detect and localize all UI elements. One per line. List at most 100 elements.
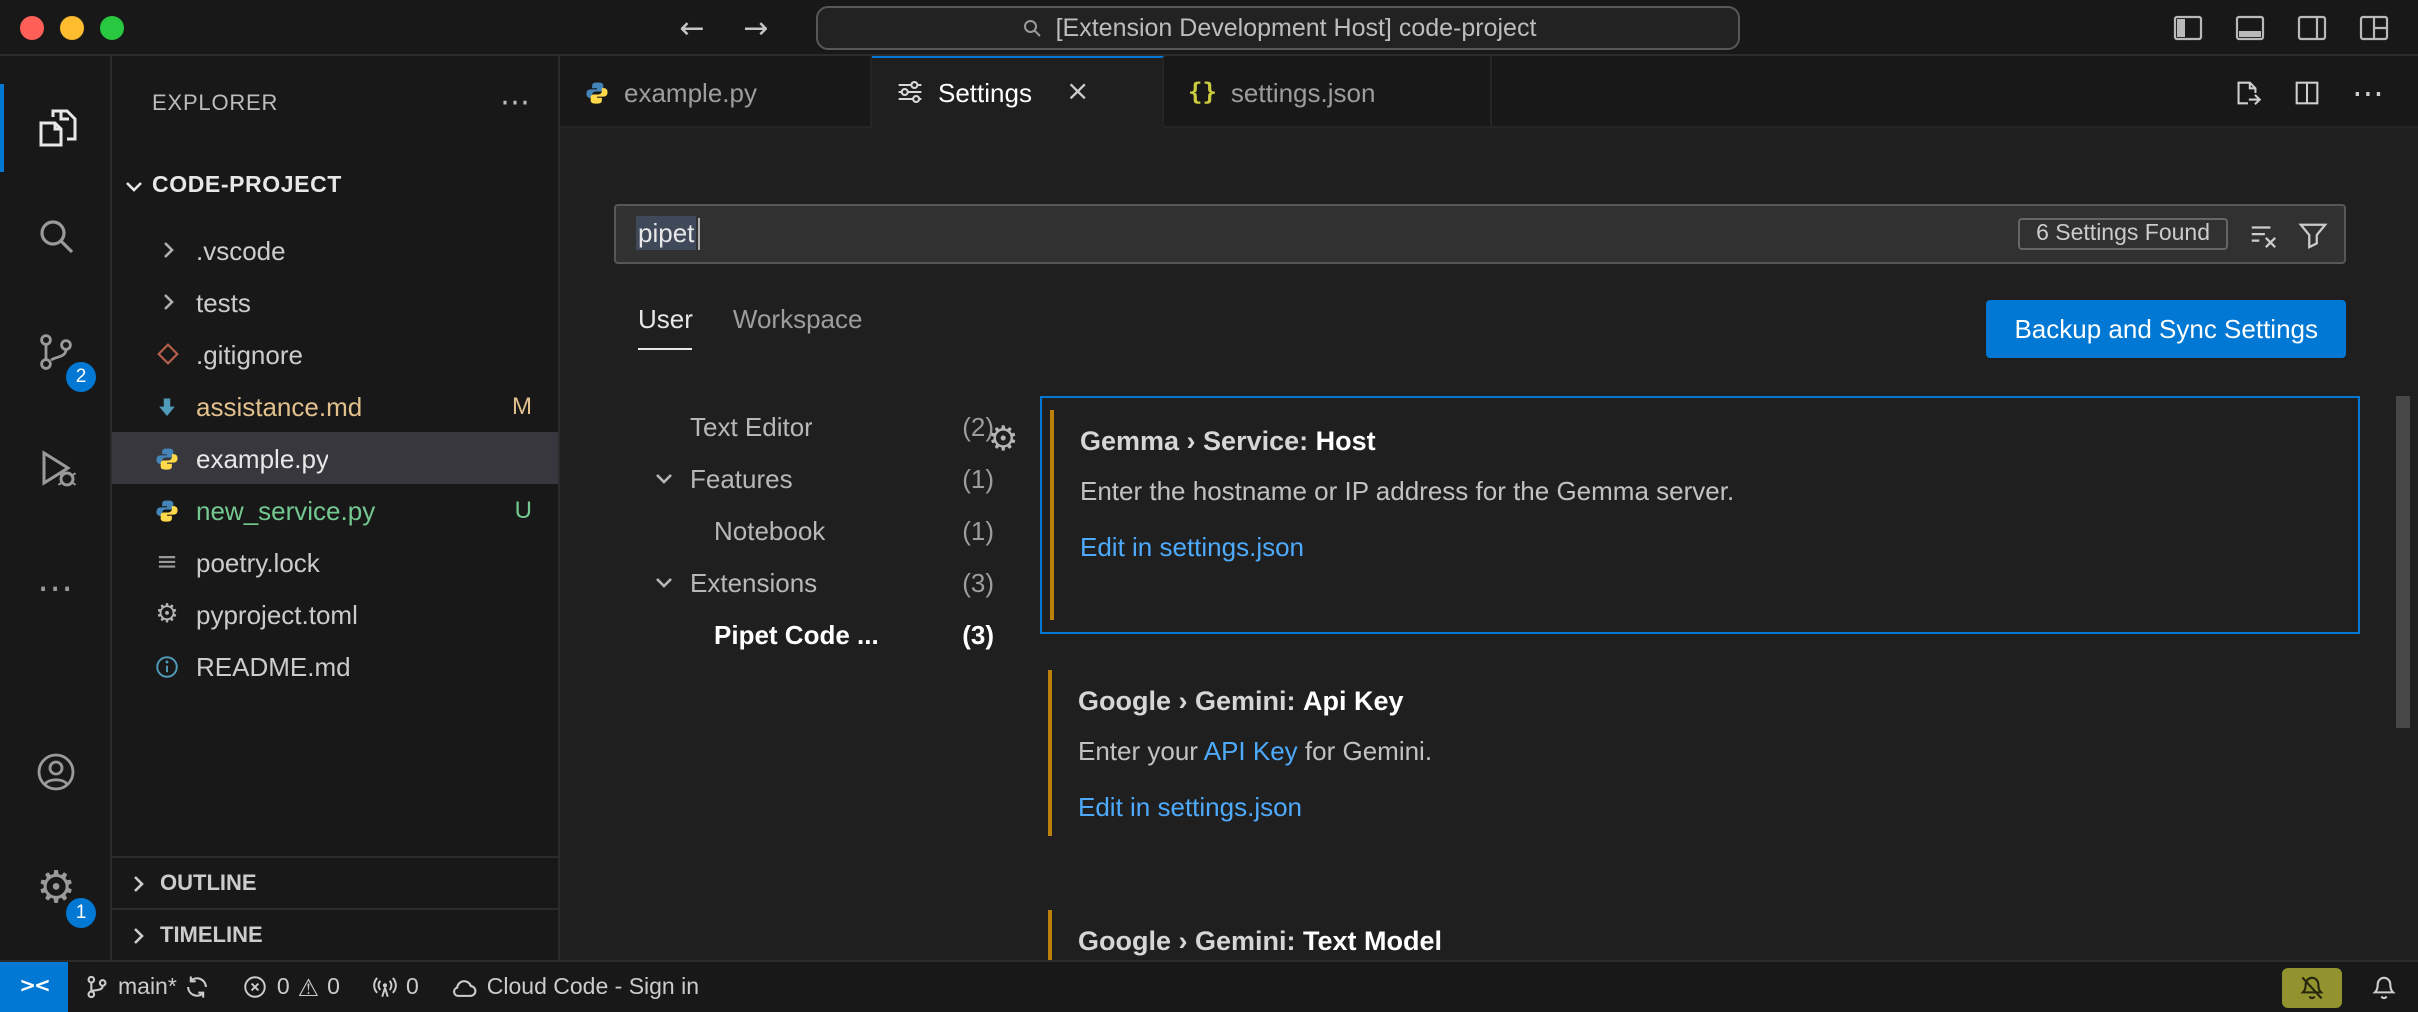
edit-in-settings-json-link[interactable]: Edit in settings.json <box>1078 792 2324 822</box>
filter-icon[interactable] <box>2298 219 2328 249</box>
toggle-primary-sidebar-icon[interactable] <box>2172 12 2204 44</box>
settings-toc: Text Editor (2) Features (1) Notebook (1… <box>630 400 1014 660</box>
backup-sync-settings-button[interactable]: Backup and Sync Settings <box>1986 300 2346 358</box>
toc-item-text-editor[interactable]: Text Editor (2) <box>630 400 1014 452</box>
search-icon[interactable] <box>0 192 112 280</box>
warning-icon: ⚠ <box>298 973 320 1001</box>
tree-item-pyproject-toml[interactable]: ⚙ pyproject.toml <box>112 588 558 640</box>
settings-search-input[interactable]: pipet 6 Settings Found <box>614 204 2346 264</box>
close-window-button[interactable] <box>20 16 44 40</box>
tree-item-poetry-lock[interactable]: ≡ poetry.lock <box>112 536 558 588</box>
chevron-down-icon <box>654 572 674 592</box>
git-branch-icon <box>84 974 110 1000</box>
chevron-down-icon <box>654 468 674 488</box>
tree-item-vscode[interactable]: .vscode <box>112 224 558 276</box>
minimize-window-button[interactable] <box>60 16 84 40</box>
scope-tab-user[interactable]: User <box>638 304 693 350</box>
git-file-icon <box>152 342 182 366</box>
window-controls <box>20 0 124 56</box>
markdown-file-icon <box>152 393 182 419</box>
forward-button[interactable]: → <box>732 0 780 56</box>
modified-indicator <box>1048 670 1052 836</box>
settings-badge: 1 <box>66 898 96 928</box>
json-file-icon: {} <box>1188 78 1217 106</box>
chevron-down-icon <box>124 176 144 196</box>
toc-item-extensions[interactable]: Extensions (3) <box>630 556 1014 608</box>
tree-item-readme-md[interactable]: README.md <box>112 640 558 692</box>
tab-bar: example.py Settings × {} settings.json ⋯ <box>560 56 2418 128</box>
radio-tower-icon <box>372 974 398 1000</box>
setting-actions-gear-icon[interactable]: ⚙ <box>988 420 1019 460</box>
setting-row-google-gemini-text-model[interactable]: Google › Gemini: Text Model <box>1040 898 2360 960</box>
settings-editor: pipet 6 Settings Found User Workspace Ba… <box>560 128 2418 960</box>
customize-layout-icon[interactable] <box>2358 12 2390 44</box>
tree-item-tests[interactable]: tests <box>112 276 558 328</box>
edit-in-settings-json-link[interactable]: Edit in settings.json <box>1080 532 2322 562</box>
ports-status-item[interactable]: 0 <box>356 961 435 1012</box>
split-editor-icon[interactable] <box>2292 77 2322 107</box>
settings-sliders-icon <box>896 78 924 106</box>
setting-title: Google › Gemini: Text Model <box>1078 926 2324 956</box>
editor-group: example.py Settings × {} settings.json ⋯ <box>560 56 2418 960</box>
branch-status-item[interactable]: main* <box>68 961 227 1012</box>
back-button[interactable]: ← <box>668 0 716 56</box>
notifications-bell-icon[interactable] <box>2370 974 2398 1002</box>
open-settings-json-icon[interactable] <box>2232 77 2262 107</box>
info-file-icon <box>152 653 182 679</box>
notifications-muted-indicator[interactable] <box>2282 968 2342 1008</box>
tree-item-example-py[interactable]: example.py <box>112 432 558 484</box>
modified-indicator <box>1048 910 1052 960</box>
toc-item-pipet-code[interactable]: Pipet Code ... (3) <box>630 608 1014 660</box>
command-center[interactable]: [Extension Development Host] code-projec… <box>816 6 1740 50</box>
timeline-section-header[interactable]: TIMELINE <box>112 908 558 960</box>
search-query-text: pipet <box>636 215 696 249</box>
tab-settings[interactable]: Settings × <box>872 56 1164 128</box>
explorer-icon[interactable] <box>0 84 112 172</box>
more-actions-icon[interactable]: ⋯ <box>2352 73 2386 111</box>
toggle-secondary-sidebar-icon[interactable] <box>2296 12 2328 44</box>
account-icon[interactable] <box>0 728 112 816</box>
outline-section-header[interactable]: OUTLINE <box>112 856 558 908</box>
setting-row-gemma-service-host[interactable]: Gemma › Service: Host Enter the hostname… <box>1040 396 2360 634</box>
maximize-window-button[interactable] <box>100 16 124 40</box>
close-tab-icon[interactable]: × <box>1066 76 1089 108</box>
tree-item-assistance-md[interactable]: assistance.md M <box>112 380 558 432</box>
toc-item-notebook[interactable]: Notebook (1) <box>630 504 1014 556</box>
scrollbar-thumb[interactable] <box>2396 396 2410 728</box>
tree-item-gitignore[interactable]: .gitignore <box>112 328 558 380</box>
remote-indicator[interactable]: >< <box>0 961 68 1012</box>
chevron-right-icon <box>128 873 148 893</box>
setting-row-google-gemini-api-key[interactable]: Google › Gemini: Api Key Enter your API … <box>1040 658 2360 848</box>
error-icon <box>243 974 269 1000</box>
tab-example-py[interactable]: example.py <box>560 56 872 128</box>
toc-item-features[interactable]: Features (1) <box>630 452 1014 504</box>
scope-tab-workspace[interactable]: Workspace <box>733 304 863 348</box>
results-count-badge: 6 Settings Found <box>2018 218 2228 250</box>
vscode-window: ← → [Extension Development Host] code-pr… <box>0 0 2418 1012</box>
tree-item-new-service-py[interactable]: new_service.py U <box>112 484 558 536</box>
lock-file-icon: ≡ <box>152 547 182 577</box>
clear-search-filters-icon[interactable] <box>2248 219 2278 249</box>
explorer-more-actions-icon[interactable]: ⋯ <box>500 84 530 120</box>
settings-gear-icon[interactable]: ⚙ 1 <box>0 844 112 932</box>
python-file-icon <box>152 445 182 471</box>
config-file-icon: ⚙ <box>152 599 182 629</box>
titlebar: ← → [Extension Development Host] code-pr… <box>0 0 2418 56</box>
tab-settings-json[interactable]: {} settings.json <box>1164 56 1492 128</box>
problems-status-item[interactable]: 0 ⚠ 0 <box>227 961 356 1012</box>
api-key-link[interactable]: API Key <box>1204 736 1298 766</box>
window-title: [Extension Development Host] code-projec… <box>1056 14 1537 42</box>
toggle-panel-icon[interactable] <box>2234 12 2266 44</box>
more-views-icon[interactable]: ⋯ <box>0 544 112 632</box>
activity-bar: 2 ⋯ ⚙ 1 <box>0 56 112 960</box>
sync-changes-icon[interactable] <box>185 974 211 1000</box>
project-root-row[interactable]: CODE-PROJECT <box>112 160 558 212</box>
chevron-right-icon <box>152 240 182 260</box>
source-control-icon[interactable]: 2 <box>0 308 112 396</box>
setting-title: Gemma › Service: Host <box>1080 426 2322 456</box>
setting-title: Google › Gemini: Api Key <box>1078 686 2324 716</box>
settings-scope-tabs: User Workspace <box>614 304 863 364</box>
run-debug-icon[interactable] <box>0 424 112 512</box>
setting-description: Enter the hostname or IP address for the… <box>1080 476 2322 506</box>
cloud-code-status-item[interactable]: Cloud Code - Sign in <box>435 961 715 1012</box>
